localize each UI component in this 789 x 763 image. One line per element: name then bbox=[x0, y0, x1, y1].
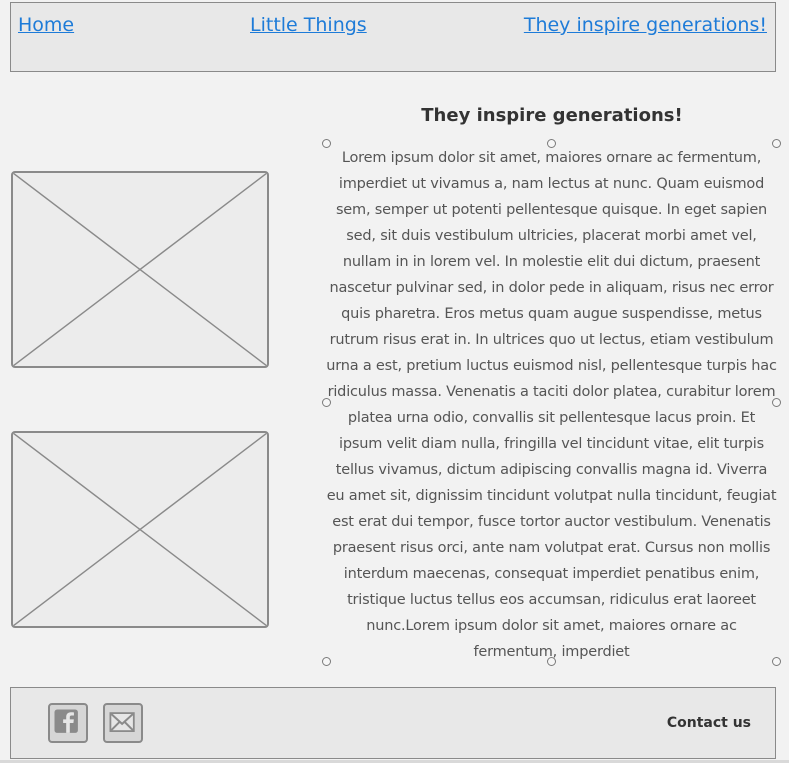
nav-link-little-things[interactable]: Little Things bbox=[250, 14, 367, 36]
resize-handle-top-center[interactable] bbox=[547, 139, 556, 148]
content-heading: They inspire generations! bbox=[421, 105, 683, 126]
resize-handle-middle-right[interactable] bbox=[772, 398, 781, 407]
facebook-icon bbox=[54, 709, 78, 733]
body-paragraph: Lorem ipsum dolor sit amet, maiores orna… bbox=[326, 150, 777, 660]
footer-bar: Contact us bbox=[10, 687, 776, 759]
nav-link-inspire-generations[interactable]: They inspire generations! bbox=[524, 14, 767, 36]
top-nav-bar: Home Little Things They inspire generati… bbox=[10, 2, 776, 72]
contact-us-link[interactable]: Contact us bbox=[667, 715, 751, 731]
image-placeholder-icon bbox=[13, 173, 267, 366]
email-icon bbox=[109, 712, 135, 732]
resize-handle-bottom-center[interactable] bbox=[547, 657, 556, 666]
resize-handle-bottom-right[interactable] bbox=[772, 657, 781, 666]
resize-handle-bottom-left[interactable] bbox=[322, 657, 331, 666]
resize-handle-middle-left[interactable] bbox=[322, 398, 331, 407]
email-button[interactable] bbox=[103, 703, 143, 743]
text-block[interactable]: Lorem ipsum dolor sit amet, maiores orna… bbox=[326, 144, 777, 662]
facebook-button[interactable] bbox=[48, 703, 88, 743]
resize-handle-top-right[interactable] bbox=[772, 139, 781, 148]
nav-link-home[interactable]: Home bbox=[18, 14, 74, 36]
image-placeholder-icon bbox=[13, 433, 267, 626]
image-placeholder-top bbox=[11, 171, 269, 368]
resize-handle-top-left[interactable] bbox=[322, 139, 331, 148]
image-placeholder-bottom bbox=[11, 431, 269, 628]
